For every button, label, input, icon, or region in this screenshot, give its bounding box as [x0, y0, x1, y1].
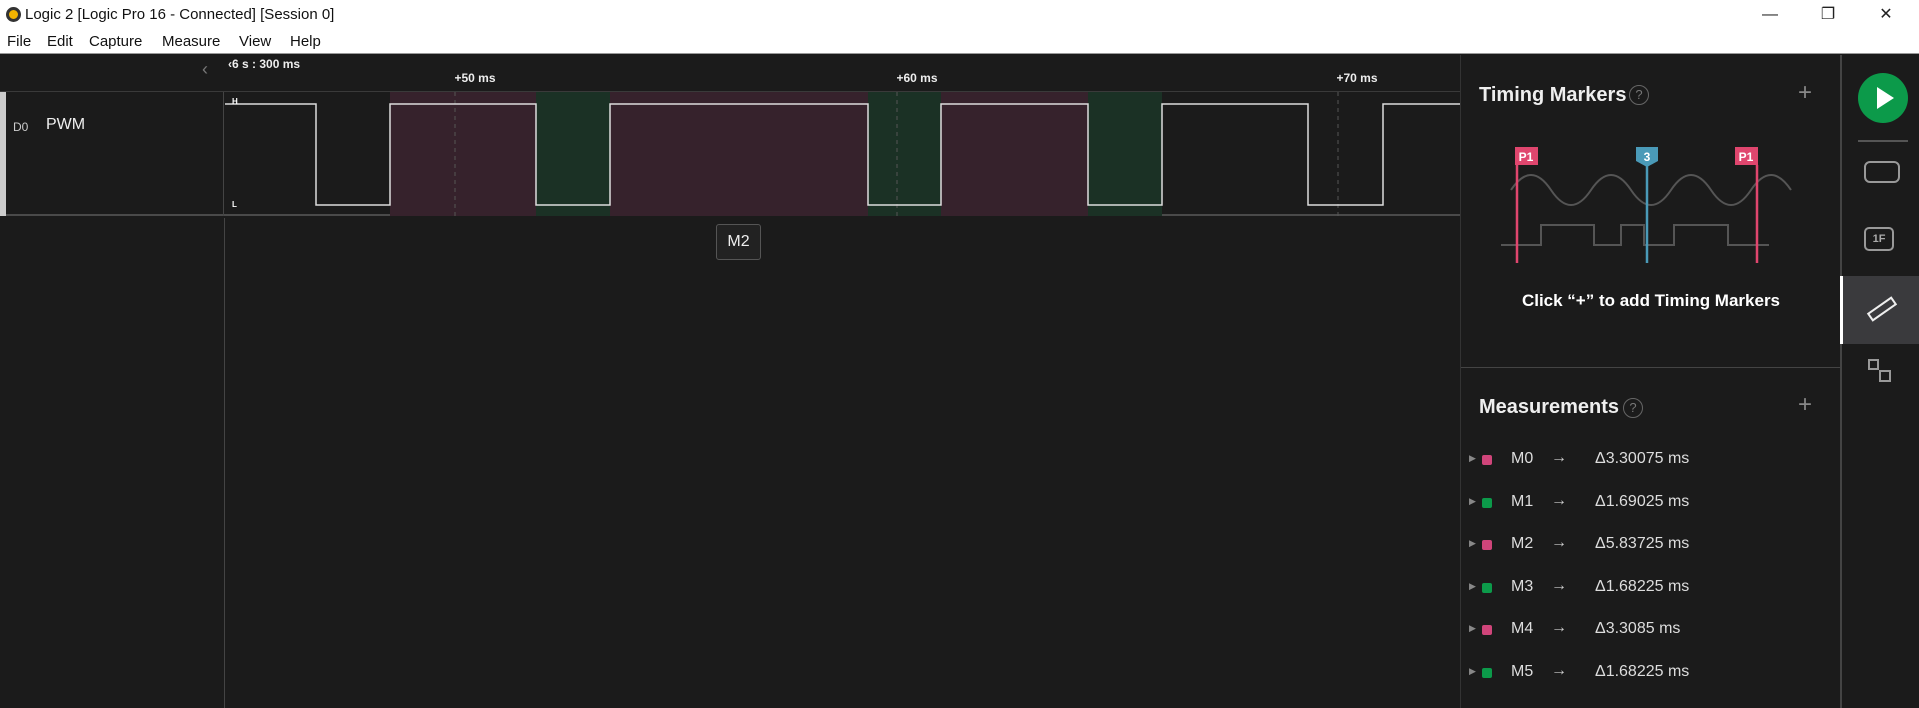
timing-markers-illustration: P1 3 P1 — [1501, 147, 1792, 263]
channel-row[interactable]: D0 PWM H L — [0, 92, 1460, 216]
analyzers-icon[interactable]: 1F — [1864, 227, 1894, 251]
collapse-chevron-icon[interactable]: ‹ — [202, 59, 208, 80]
measurement-row[interactable]: ▶ M2 → Δ5.83725 ms — [1461, 531, 1841, 561]
help-icon[interactable]: ? — [1629, 85, 1649, 105]
measurement-region-m4 — [941, 92, 1088, 216]
arrow-icon: → — [1551, 449, 1567, 466]
measurement-color-swatch — [1482, 540, 1492, 551]
measurement-value: Δ3.30075 ms — [1595, 450, 1690, 467]
measurements-title: Measurements — [1479, 396, 1620, 418]
arrow-icon: → — [1551, 491, 1567, 509]
timing-markers-hint: Click “+” to add Timing Markers — [1521, 291, 1781, 310]
high-label: H — [232, 97, 238, 106]
measurement-value: Δ1.69025 ms — [1595, 492, 1690, 510]
measurement-region-m3 — [868, 92, 941, 216]
right-panel: Timing Markers ? + P1 3 P1 Click “+” to … — [1460, 55, 1841, 708]
measurements-tab[interactable] — [1840, 276, 1919, 344]
time-origin: ‹6 s : 300 ms — [228, 57, 301, 71]
menu-help[interactable]: Help — [290, 33, 321, 50]
measurement-tooltip: M2 — [716, 224, 761, 260]
expand-triangle-icon[interactable]: ▶ — [1469, 453, 1476, 464]
app-logo-icon — [6, 7, 21, 22]
expand-triangle-icon[interactable]: ▶ — [1469, 666, 1476, 677]
play-icon — [1877, 87, 1894, 109]
start-capture-button[interactable] — [1858, 73, 1908, 123]
menu-measure[interactable]: Measure — [162, 33, 220, 50]
menu-edit[interactable]: Edit — [47, 33, 73, 50]
measurement-row[interactable]: ▶ M3 → Δ1.68225 ms — [1461, 574, 1841, 604]
measurement-name: M0 — [1511, 450, 1534, 467]
help-icon[interactable]: ? — [1623, 398, 1643, 418]
expand-triangle-icon[interactable]: ▶ — [1469, 623, 1476, 634]
arrow-icon: → — [1551, 662, 1567, 679]
arrow-icon: → — [1551, 534, 1567, 552]
measurement-color-swatch — [1482, 625, 1492, 636]
measurement-row[interactable]: ▶ M5 → Δ1.68225 ms — [1461, 659, 1841, 689]
add-measurement-button[interactable]: + — [1798, 391, 1812, 419]
low-label: L — [232, 200, 237, 209]
measurement-row[interactable]: ▶ M0 → Δ3.30075 ms — [1461, 446, 1841, 476]
menu-view[interactable]: View — [239, 33, 271, 50]
measurement-value: Δ5.83725 ms — [1595, 535, 1690, 553]
device-icon[interactable] — [1864, 161, 1900, 183]
arrow-icon: → — [1551, 576, 1567, 594]
restore-button[interactable]: ❐ — [1808, 2, 1848, 28]
extensions-icon[interactable] — [1868, 359, 1892, 383]
menu-capture[interactable]: Capture — [89, 33, 142, 50]
label-column-divider — [224, 218, 225, 708]
measurement-name: M1 — [1511, 492, 1534, 510]
tick-label: +60 ms — [896, 71, 938, 85]
expand-triangle-icon[interactable]: ▶ — [1469, 538, 1476, 549]
measurement-color-swatch — [1482, 668, 1492, 678]
menu-file[interactable]: File — [7, 33, 31, 50]
marker-label: 3 — [1644, 150, 1651, 164]
measurement-name: M5 — [1511, 663, 1534, 680]
measurement-region-m2 — [610, 92, 868, 216]
measurement-color-swatch — [1482, 582, 1492, 593]
measurement-value: Δ1.68225 ms — [1595, 663, 1690, 680]
tick-label: +50 ms — [454, 71, 496, 85]
close-button[interactable]: ✕ — [1866, 2, 1906, 28]
measurement-row[interactable]: ▶ M1 → Δ1.69025 ms — [1461, 489, 1841, 519]
marker-label: P1 — [1739, 150, 1754, 164]
measurement-value: Δ1.68225 ms — [1595, 577, 1690, 595]
sidebar-divider — [1858, 140, 1908, 142]
time-ruler[interactable]: ‹ ‹6 s : 300 ms +50 ms +60 ms +70 ms — [0, 55, 1460, 92]
timing-markers-title: Timing Markers — [1479, 84, 1627, 106]
add-timing-marker-button[interactable]: + — [1798, 79, 1812, 107]
right-sidebar: 1F — [1840, 55, 1919, 708]
ruler-icon — [1866, 296, 1898, 322]
expand-triangle-icon[interactable]: ▶ — [1469, 581, 1476, 592]
measurement-name: M4 — [1511, 620, 1534, 638]
expand-triangle-icon[interactable]: ▶ — [1469, 496, 1476, 507]
title-bar: Logic 2 [Logic Pro 16 - Connected] [Sess… — [0, 0, 1919, 30]
window-title: Logic 2 [Logic Pro 16 - Connected] [Sess… — [25, 6, 335, 23]
measurement-name: M2 — [1511, 535, 1534, 553]
minimize-button[interactable]: — — [1750, 2, 1790, 28]
waveform-area[interactable]: ‹ ‹6 s : 300 ms +50 ms +60 ms +70 ms D0 … — [0, 55, 1460, 708]
panel-divider — [1461, 367, 1841, 368]
tick-label: +70 ms — [1336, 71, 1378, 85]
measurement-region-m5 — [1088, 92, 1162, 216]
measurement-name: M3 — [1511, 577, 1534, 595]
waveform-svg — [225, 92, 1460, 216]
measurement-color-swatch — [1482, 455, 1492, 465]
measurement-region-m0 — [390, 92, 536, 216]
menu-bar: File Edit Capture Measure View Help — [0, 30, 1919, 54]
measurement-value: Δ3.3085 ms — [1595, 620, 1681, 638]
marker-label: P1 — [1519, 150, 1534, 164]
measurement-region-m1 — [536, 92, 610, 216]
arrow-icon: → — [1551, 619, 1567, 637]
measurement-row[interactable]: ▶ M4 → Δ3.3085 ms — [1461, 616, 1841, 646]
measurement-color-swatch — [1482, 497, 1492, 508]
